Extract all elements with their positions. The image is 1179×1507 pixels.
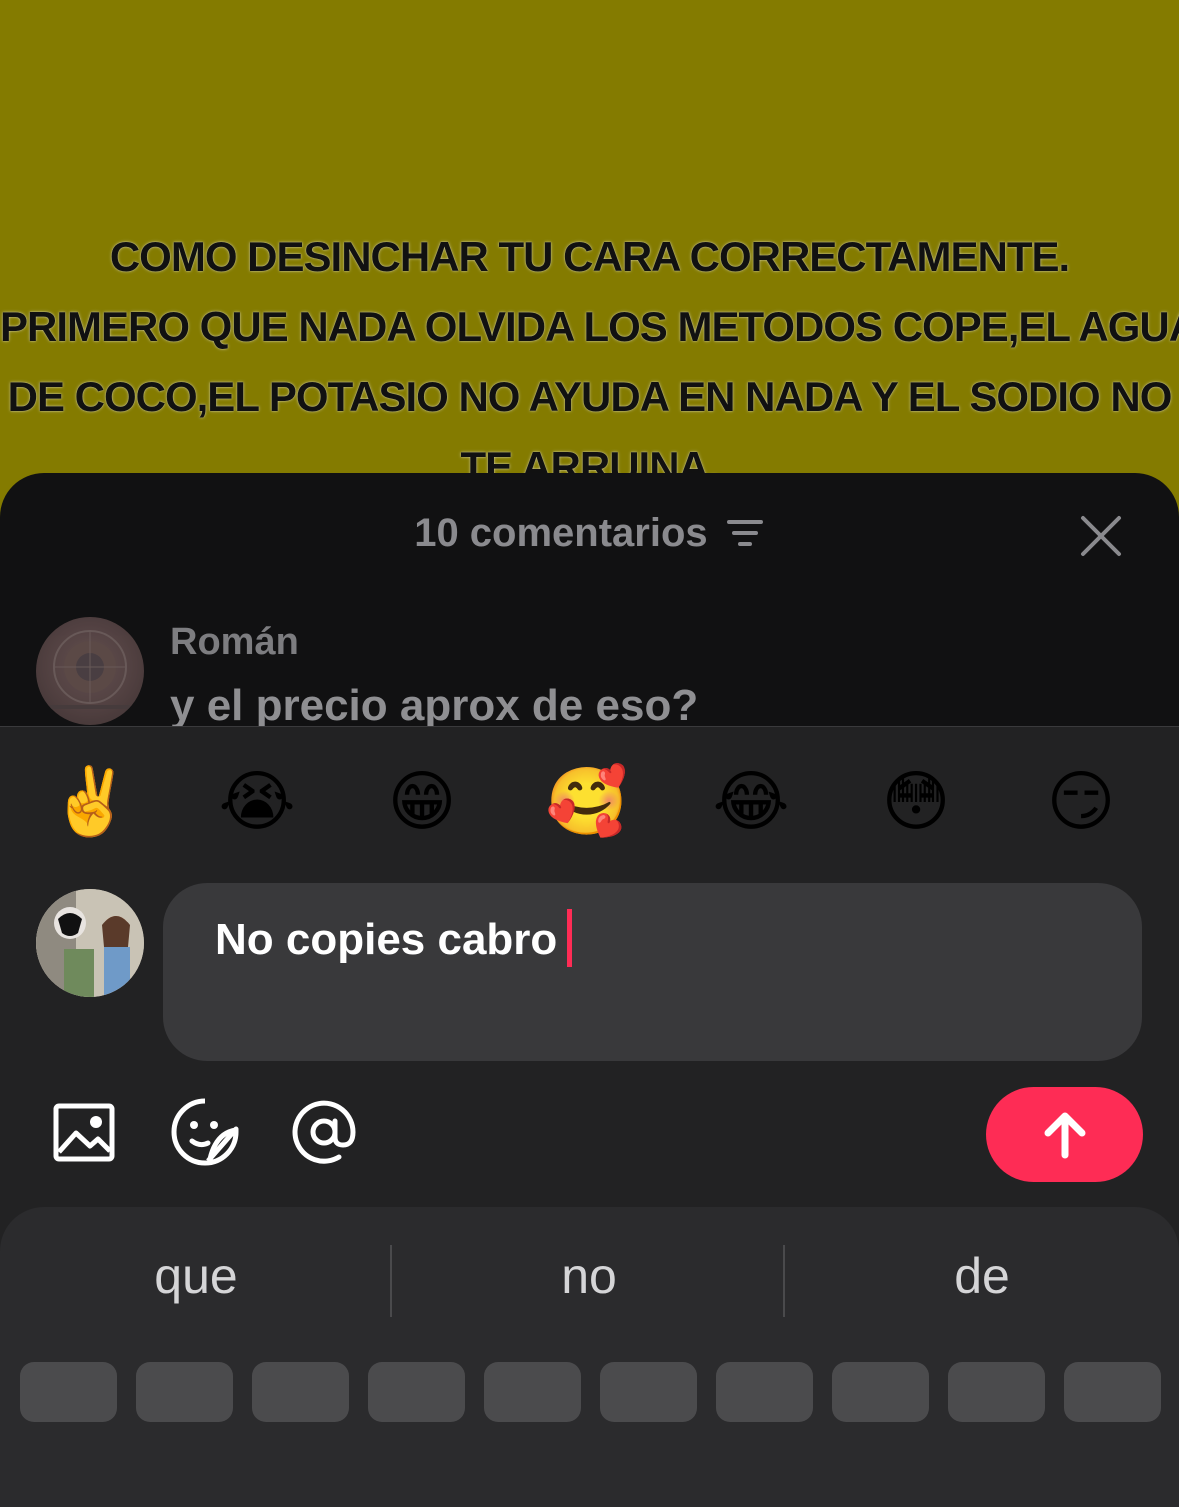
keyboard-key[interactable] [832, 1362, 929, 1422]
caption-line: DE COCO,EL POTASIO NO AYUDA EN NADA Y EL… [7, 373, 1173, 420]
smirking-emoji[interactable]: 😏 [1036, 757, 1126, 847]
suggestion-divider [783, 1245, 785, 1317]
close-icon[interactable] [1078, 513, 1124, 559]
keyboard-key[interactable] [948, 1362, 1045, 1422]
keyboard-key[interactable] [252, 1362, 349, 1422]
commenter-avatar[interactable] [36, 617, 144, 725]
victory-hand-emoji[interactable]: ✌️ [46, 757, 136, 847]
comment-composer: ✌️ 😭 😁 🥰 😂 😳 😏 No copies cabro que no de [0, 726, 1179, 1507]
video-caption: COMO DESINCHAR TU CARA CORRECTAMENTE. PR… [0, 222, 1179, 502]
keyboard-key[interactable] [20, 1362, 117, 1422]
filter-lines-icon[interactable] [726, 513, 765, 558]
mention-icon[interactable] [289, 1097, 359, 1167]
keyboard-suggestion[interactable]: no [393, 1247, 785, 1305]
keyboard-suggestion[interactable]: que [0, 1247, 392, 1305]
keyboard-key[interactable] [1064, 1362, 1161, 1422]
comments-header: 10 comentarios [0, 473, 1179, 593]
keyboard-key[interactable] [600, 1362, 697, 1422]
comment-item[interactable]: Román y el precio aprox de eso? [0, 613, 1179, 730]
suggestion-divider [390, 1245, 392, 1317]
caption-line: PRIMERO QUE NADA OLVIDA LOS METODOS COPE… [0, 303, 1179, 350]
tears-of-joy-emoji[interactable]: 😂 [706, 757, 796, 847]
commenter-name[interactable]: Román [170, 621, 299, 664]
flushed-emoji[interactable]: 😳 [871, 757, 961, 847]
arrow-up-icon [1044, 1112, 1086, 1159]
send-button[interactable] [986, 1087, 1143, 1182]
keyboard-key[interactable] [368, 1362, 465, 1422]
keyboard: que no de [0, 1207, 1179, 1507]
keyboard-suggestion[interactable]: de [786, 1247, 1178, 1305]
comment-text: y el precio aprox de eso? [170, 681, 699, 730]
keyboard-key[interactable] [136, 1362, 233, 1422]
image-icon[interactable] [50, 1097, 120, 1167]
text-caret [567, 909, 573, 968]
comment-input[interactable]: No copies cabro [163, 883, 1142, 1061]
caption-line: COMO DESINCHAR TU CARA CORRECTAMENTE. [109, 233, 1070, 280]
keyboard-key[interactable] [716, 1362, 813, 1422]
comment-input-value: No copies cabro [215, 915, 558, 964]
loudly-crying-emoji[interactable]: 😭 [212, 757, 302, 847]
comment-input-text[interactable]: No copies cabro [215, 909, 573, 968]
comments-count[interactable]: 10 comentarios [0, 511, 1179, 558]
keyboard-key[interactable] [484, 1362, 581, 1422]
smiling-hearts-emoji[interactable]: 🥰 [542, 757, 632, 847]
quick-emoji-row: ✌️ 😭 😁 🥰 😂 😳 😏 [0, 757, 1179, 847]
comments-count-label: 10 comentarios [414, 511, 708, 555]
grinning-emoji[interactable]: 😁 [377, 757, 467, 847]
user-avatar[interactable] [36, 889, 144, 997]
sticker-icon[interactable] [170, 1097, 240, 1167]
